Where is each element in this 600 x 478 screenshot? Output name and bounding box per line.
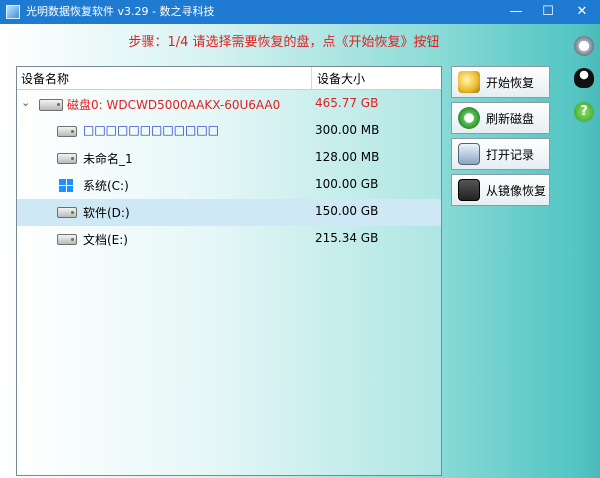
device-name: 软件(D:): [83, 206, 130, 220]
device-size: 300.00 MB: [315, 123, 380, 137]
device-name: 系统(C:): [83, 179, 129, 193]
hdd-icon: [39, 99, 63, 111]
column-header-name[interactable]: 设备名称: [21, 70, 69, 87]
refresh-disks-button[interactable]: 刷新磁盘: [451, 102, 550, 134]
close-button[interactable]: ✕: [566, 0, 598, 24]
device-row-disk0[interactable]: ⌄ 磁盘0: WDCWD5000AAKX-60U6AA0 465.77 GB: [17, 91, 441, 118]
help-icon[interactable]: ?: [574, 102, 594, 122]
device-list[interactable]: 设备名称 设备大小 ⌄ 磁盘0: WDCWD5000AAKX-60U6AA0 4…: [16, 66, 442, 476]
open-log-button[interactable]: 打开记录: [451, 138, 550, 170]
window-title: 光明数据恢复软件 v3.29 - 数之寻科技: [26, 5, 215, 18]
windows-icon: [59, 179, 73, 192]
column-header-size[interactable]: 设备大小: [317, 70, 365, 87]
device-row-partition-1[interactable]: □□□□□□□□□□□□ 300.00 MB: [17, 118, 441, 145]
magnifier-icon: [458, 71, 480, 93]
qq-icon[interactable]: [574, 68, 594, 88]
main-area: 步骤：1/4 请选择需要恢复的盘，点《开始恢复》按钮 设备名称 设备大小 ⌄ 磁…: [0, 24, 568, 478]
device-list-header: 设备名称 设备大小: [17, 67, 441, 90]
maximize-button[interactable]: ☐: [532, 0, 564, 24]
device-row-drive-d[interactable]: 软件(D:) 150.00 GB: [17, 199, 441, 226]
app-icon: [6, 5, 20, 19]
hdd-icon: [57, 207, 77, 218]
right-sidebar: ?: [568, 24, 600, 478]
title-bar: 光明数据恢复软件 v3.29 - 数之寻科技 — ☐ ✕: [0, 0, 600, 24]
refresh-disks-label: 刷新磁盘: [486, 112, 535, 126]
hdd-icon: [57, 126, 77, 137]
device-row-drive-e[interactable]: 文档(E:) 215.34 GB: [17, 226, 441, 253]
recover-from-image-button[interactable]: 从镜像恢复: [451, 174, 550, 206]
recover-from-image-label: 从镜像恢复: [486, 184, 547, 198]
settings-icon[interactable]: [574, 36, 594, 56]
device-row-partition-2[interactable]: 未命名_1 128.00 MB: [17, 145, 441, 172]
minimize-button[interactable]: —: [500, 0, 532, 24]
device-size: 128.00 MB: [315, 150, 380, 164]
hdd-icon: [57, 153, 77, 164]
disk-image-icon: [458, 179, 480, 201]
column-divider[interactable]: [311, 67, 312, 89]
device-row-drive-c[interactable]: 系统(C:) 100.00 GB: [17, 172, 441, 199]
device-size: 150.00 GB: [315, 204, 379, 218]
device-size: 215.34 GB: [315, 231, 379, 245]
refresh-icon: [458, 107, 480, 129]
step-instruction: 步骤：1/4 请选择需要恢复的盘，点《开始恢复》按钮: [128, 35, 440, 50]
start-recovery-label: 开始恢复: [486, 76, 535, 90]
device-name: □□□□□□□□□□□□: [83, 123, 220, 137]
device-name: 磁盘0: WDCWD5000AAKX-60U6AA0: [67, 98, 281, 112]
open-log-label: 打开记录: [486, 148, 535, 162]
device-name: 未命名_1: [83, 152, 133, 166]
hdd-icon: [57, 234, 77, 245]
log-icon: [458, 143, 480, 165]
device-name: 文档(E:): [83, 233, 128, 247]
chevron-down-icon[interactable]: ⌄: [21, 96, 30, 109]
start-recovery-button[interactable]: 开始恢复: [451, 66, 550, 98]
device-size: 100.00 GB: [315, 177, 379, 191]
device-size: 465.77 GB: [315, 96, 379, 110]
